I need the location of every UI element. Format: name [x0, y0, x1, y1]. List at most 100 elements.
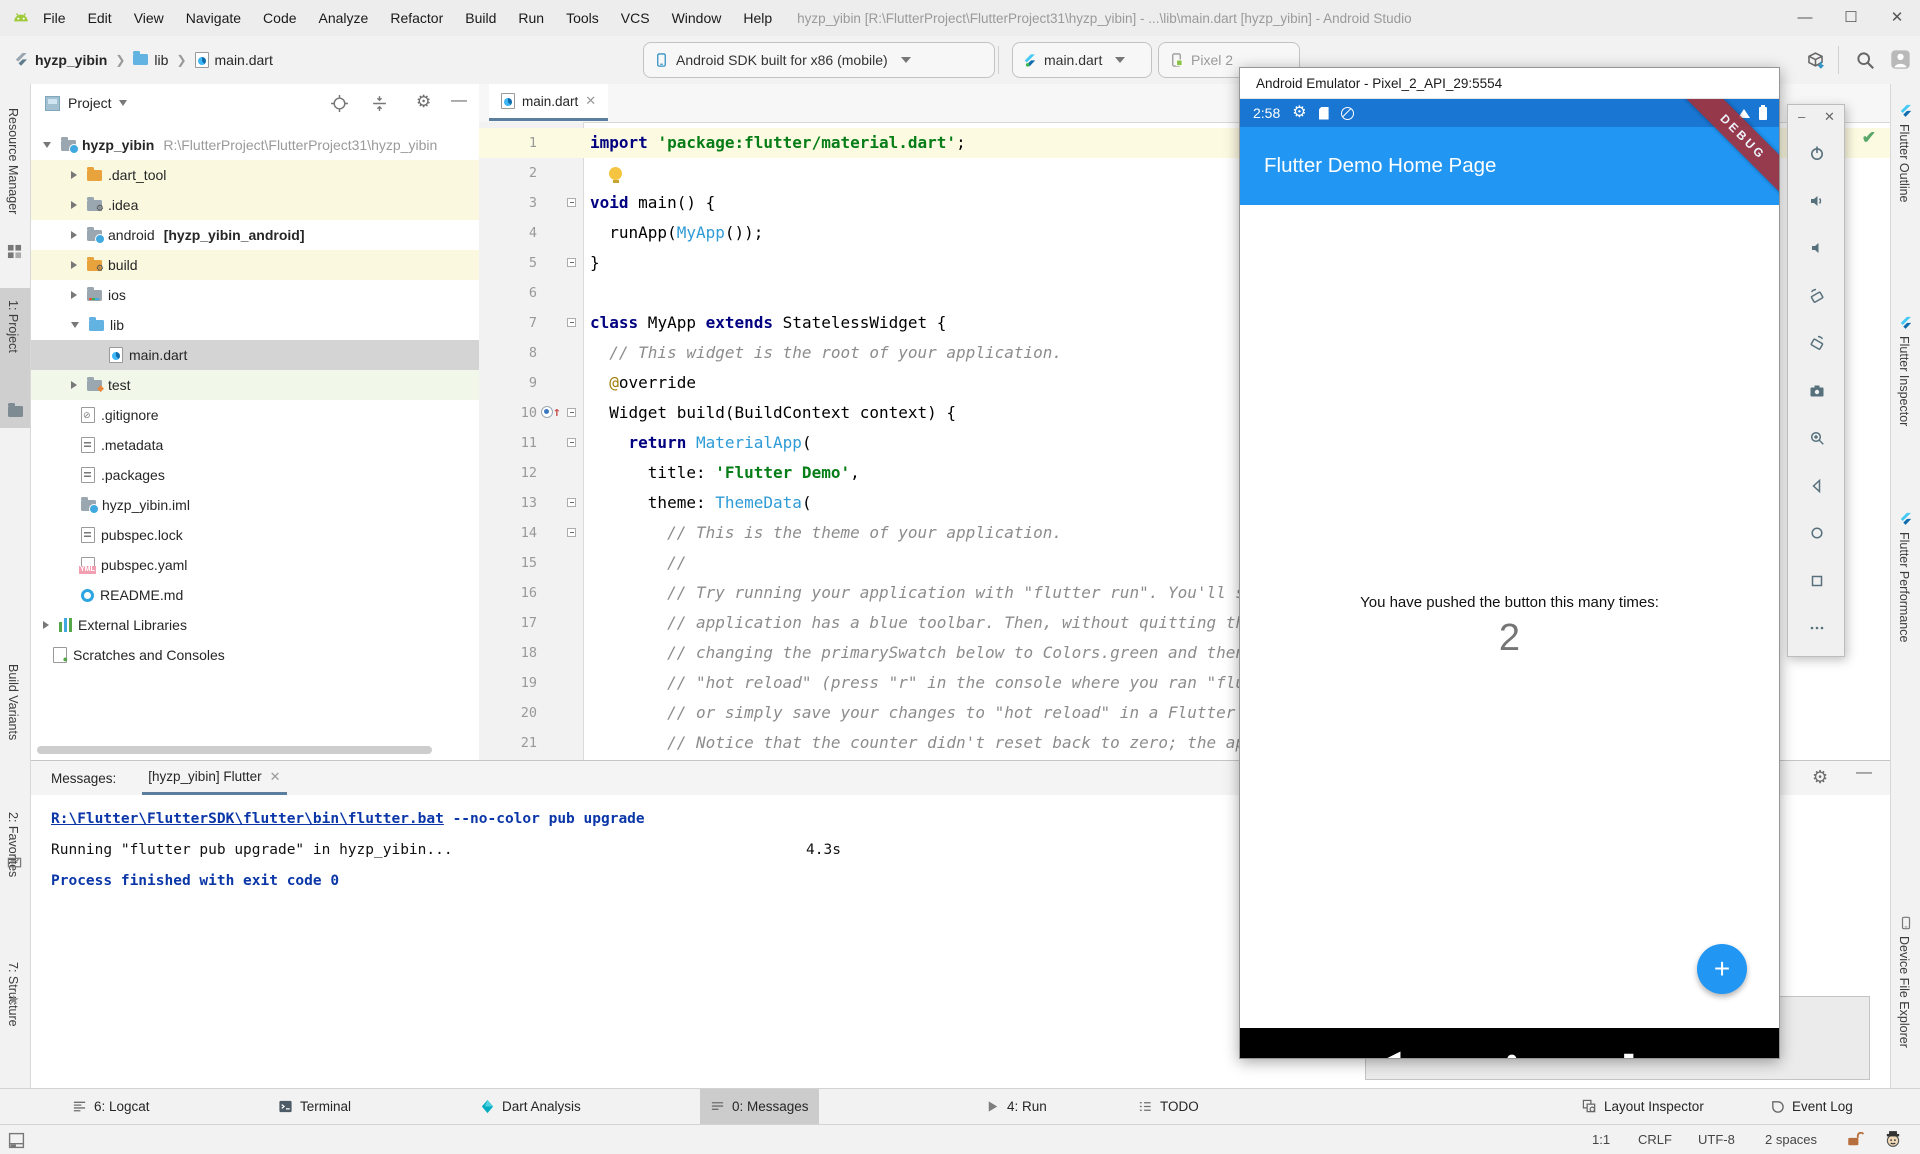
chevron-right-icon[interactable]	[71, 171, 77, 179]
tree-row-ios[interactable]: ios	[31, 280, 479, 310]
chevron-right-icon[interactable]	[43, 621, 49, 629]
stripe-button-1-project[interactable]: 1: Project	[6, 300, 20, 353]
breadcrumb-item-lib[interactable]: lib	[133, 52, 168, 68]
zoom-icon[interactable]	[1809, 430, 1825, 446]
chevron-right-icon[interactable]	[71, 201, 77, 209]
toolwindow-button-todo[interactable]: TODO	[1128, 1089, 1209, 1124]
tree-row--packages[interactable]: .packages	[31, 460, 479, 490]
menu-analyze[interactable]: Analyze	[308, 0, 380, 36]
menu-edit[interactable]: Edit	[77, 0, 123, 36]
run-configuration-dropdown[interactable]: main.dart	[1012, 42, 1152, 78]
toolwindow-button-layout-inspector[interactable]: Layout Inspector	[1572, 1089, 1714, 1124]
fold-marker-icon[interactable]	[567, 408, 576, 417]
maximize-button[interactable]: ☐	[1828, 0, 1874, 36]
tree-row-build[interactable]: ⚙build	[31, 250, 479, 280]
tree-row-hyzp-yibin[interactable]: hyzp_yibinR:\FlutterProject\FlutterProje…	[31, 130, 479, 160]
menu-run[interactable]: Run	[507, 0, 555, 36]
fold-marker-icon[interactable]	[567, 318, 576, 327]
horizontal-scrollbar[interactable]	[37, 746, 432, 754]
breadcrumb-item-main.dart[interactable]: main.dart	[195, 52, 273, 68]
chevron-down-icon[interactable]	[71, 322, 79, 328]
search-everywhere-icon[interactable]	[1856, 51, 1875, 70]
overview-icon[interactable]: ■	[1623, 1049, 1634, 1059]
menu-navigate[interactable]: Navigate	[175, 0, 252, 36]
volume-up-icon[interactable]	[1809, 193, 1825, 209]
fold-marker-icon[interactable]	[567, 198, 576, 207]
close-icon[interactable]: ✕	[1824, 109, 1835, 125]
close-tab-icon[interactable]: ✕	[270, 769, 281, 785]
menu-tools[interactable]: Tools	[555, 0, 610, 36]
profile-icon[interactable]	[1890, 49, 1911, 70]
tree-row-test[interactable]: ◆test	[31, 370, 479, 400]
unlock-icon[interactable]	[1846, 1130, 1864, 1148]
tree-row-hyzp-yibin-iml[interactable]: hyzp_yibin.iml	[31, 490, 479, 520]
menu-refactor[interactable]: Refactor	[379, 0, 454, 36]
status-indent[interactable]: 2 spaces	[1765, 1125, 1817, 1154]
tree-row-pubspec-yaml[interactable]: YMLpubspec.yaml	[31, 550, 479, 580]
home-icon[interactable]: ●	[1505, 1048, 1518, 1059]
fold-marker-icon[interactable]	[567, 528, 576, 537]
stripe-button-flutter-performance[interactable]: Flutter Performance	[1897, 532, 1911, 642]
sdk-manager-icon[interactable]	[1806, 51, 1825, 70]
toolwindow-button-0-messages[interactable]: 0: Messages	[700, 1089, 819, 1124]
stripe-button-flutter-outline[interactable]: Flutter Outline	[1897, 124, 1911, 203]
menu-code[interactable]: Code	[252, 0, 307, 36]
tree-row--idea[interactable]: ⚙.idea	[31, 190, 479, 220]
tree-row-main-dart[interactable]: main.dart	[31, 340, 479, 370]
menu-vcs[interactable]: VCS	[610, 0, 661, 36]
status-encoding[interactable]: UTF-8	[1698, 1125, 1735, 1154]
menu-file[interactable]: File	[32, 0, 77, 36]
menu-view[interactable]: View	[123, 0, 175, 36]
tree-row-android[interactable]: android[hyzp_yibin_android]	[31, 220, 479, 250]
fold-marker-icon[interactable]	[567, 438, 576, 447]
toolwindow-toggle-icon[interactable]	[8, 1132, 25, 1149]
override-marker-icon[interactable]: ↑	[541, 406, 561, 419]
intention-bulb-icon[interactable]	[609, 167, 622, 180]
toolwindow-button-event-log[interactable]: Event Log	[1760, 1089, 1863, 1124]
toolwindow-button-6-logcat[interactable]: 6: Logcat	[62, 1089, 160, 1124]
overview-icon[interactable]	[1809, 573, 1825, 589]
inspections-ok-icon[interactable]: ✔	[1862, 128, 1876, 148]
toolwindow-button-terminal[interactable]: Terminal	[268, 1089, 361, 1124]
power-icon[interactable]	[1809, 145, 1825, 161]
toolwindow-button-4-run[interactable]: 4: Run	[975, 1089, 1057, 1124]
collapse-all-icon[interactable]	[371, 95, 388, 112]
more-icon[interactable]	[1809, 620, 1825, 636]
device-selector-dropdown[interactable]: Android SDK built for x86 (mobile)	[643, 42, 995, 78]
chevron-right-icon[interactable]	[71, 261, 77, 269]
close-tab-icon[interactable]: ✕	[585, 93, 596, 109]
rotate-right-icon[interactable]	[1809, 335, 1825, 351]
back-icon[interactable]: ◀	[1384, 1048, 1400, 1059]
close-button[interactable]: ✕	[1874, 0, 1920, 36]
status-line-ending[interactable]: CRLF	[1638, 1125, 1672, 1154]
stripe-button-build-variants[interactable]: Build Variants	[6, 664, 20, 740]
tab-main-dart[interactable]: main.dart ✕	[489, 84, 608, 121]
fold-marker-icon[interactable]	[567, 258, 576, 267]
tree-row--dart-tool[interactable]: .dart_tool	[31, 160, 479, 190]
chevron-right-icon[interactable]	[71, 381, 77, 389]
rotate-left-icon[interactable]	[1809, 288, 1825, 304]
chevron-down-icon[interactable]	[43, 142, 51, 148]
menu-build[interactable]: Build	[454, 0, 507, 36]
menu-window[interactable]: Window	[661, 0, 733, 36]
tree-row-pubspec-lock[interactable]: pubspec.lock	[31, 520, 479, 550]
fab-increment-button[interactable]: +	[1697, 944, 1747, 994]
settings-icon[interactable]: ⚙	[1812, 768, 1828, 786]
locate-icon[interactable]	[331, 95, 348, 112]
minimize-button[interactable]: ―	[1782, 0, 1828, 36]
menu-help[interactable]: Help	[732, 0, 783, 36]
back-icon[interactable]	[1809, 478, 1825, 494]
emulator-title-bar[interactable]: Android Emulator - Pixel_2_API_29:5554	[1240, 68, 1779, 99]
hide-panel-icon[interactable]: —	[451, 92, 467, 110]
fold-marker-icon[interactable]	[567, 498, 576, 507]
stripe-button-flutter-inspector[interactable]: Flutter Inspector	[1897, 336, 1911, 426]
console-link[interactable]: R:\Flutter\FlutterSDK\flutter\bin\flutte…	[51, 811, 444, 827]
stripe-button-resource-manager[interactable]: Resource Manager	[6, 108, 20, 214]
settings-icon[interactable]: ⚙	[416, 93, 431, 110]
status-caret-position[interactable]: 1:1	[1592, 1125, 1610, 1154]
screenshot-icon[interactable]	[1809, 383, 1825, 399]
chevron-right-icon[interactable]	[71, 231, 77, 239]
home-icon[interactable]	[1809, 525, 1825, 541]
analysis-face-icon[interactable]	[1884, 1130, 1902, 1148]
volume-down-icon[interactable]	[1809, 240, 1825, 256]
